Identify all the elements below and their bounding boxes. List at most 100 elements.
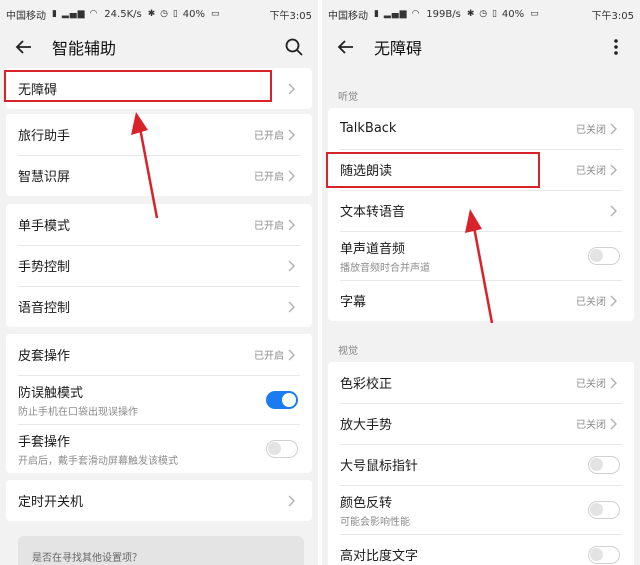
chevron-right-icon	[288, 218, 298, 232]
item-label: 皮套操作	[18, 349, 71, 364]
page-title: 智能辅助	[52, 39, 117, 58]
section-title-hearing: 听觉	[338, 92, 358, 103]
item-label: 单手模式	[18, 219, 71, 234]
right-screen: 中国移动 ▮ ▂▄▆ ◠ 199B/s ✱ ◷ ▯ 40% ▭ 下午3:05 无…	[322, 0, 640, 565]
more-vertical-icon[interactable]	[602, 33, 630, 61]
item-status: 已开启	[254, 351, 284, 362]
item-label: 防误触模式	[18, 385, 84, 401]
item-label: TalkBack	[340, 121, 397, 136]
high-contrast-toggle[interactable]	[588, 545, 620, 564]
highlight-box	[326, 152, 540, 188]
chevron-right-icon	[610, 294, 620, 308]
list-item-gesture-control[interactable]: 手势控制	[6, 245, 312, 286]
clock: 下午3:05	[591, 10, 634, 22]
arrow-left-icon[interactable]	[332, 33, 360, 61]
item-status: 已关闭	[576, 379, 606, 390]
page-title: 无障碍	[374, 39, 423, 58]
settings-group-cover: 皮套操作 已开启 防误触模式 防止手机在口袋出现误操作 手套操作 开启后，戴手套…	[6, 334, 312, 473]
chevron-right-icon	[288, 169, 298, 183]
settings-group-vision: 色彩校正 已关闭 放大手势 已关闭 大号鼠标指针 颜色反转 可能会影响性能 高对…	[328, 362, 634, 565]
hint-text: 是否在寻找其他设置项？	[32, 553, 142, 564]
clock: 下午3:05	[269, 10, 312, 22]
status-bar: 中国移动 ▮ ▂▄▆ ◠ 24.5K/s ✱ ◷ ▯ 40% ▭ 下午3:05	[0, 0, 318, 28]
item-description: 开启后，戴手套滑动屏幕触发该模式	[18, 455, 178, 467]
list-item-high-contrast-text[interactable]: 高对比度文字	[328, 534, 634, 565]
list-item-voice-control[interactable]: 语音控制	[6, 286, 312, 327]
pocket-mode-toggle[interactable]	[266, 390, 298, 409]
battery-percent: 40%	[182, 8, 206, 20]
item-status: 已关闭	[576, 297, 606, 308]
alarm-icon: ✱ ◷ ▯	[466, 9, 498, 19]
item-label: 单声道音频	[340, 241, 406, 257]
left-screen: 中国移动 ▮ ▂▄▆ ◠ 24.5K/s ✱ ◷ ▯ 40% ▭ 下午3:05 …	[0, 0, 318, 565]
item-description: 播放音频时合并声道	[340, 262, 430, 274]
item-status: 已关闭	[576, 420, 606, 431]
chevron-right-icon	[610, 163, 620, 177]
item-description: 可能会影响性能	[340, 516, 410, 528]
chevron-right-icon	[610, 417, 620, 431]
item-status: 已关闭	[576, 125, 606, 136]
item-label: 大号鼠标指针	[340, 459, 419, 474]
alarm-icon: ✱ ◷ ▯	[147, 9, 179, 19]
list-item-color-correction[interactable]: 色彩校正 已关闭	[328, 362, 634, 403]
settings-group-control: 单手模式 已开启 手势控制 语音控制	[6, 204, 312, 327]
chevron-right-icon	[288, 300, 298, 314]
network-speed: 199B/s	[426, 8, 461, 20]
color-inversion-toggle[interactable]	[588, 500, 620, 519]
list-item-color-inversion[interactable]: 颜色反转 可能会影响性能	[328, 485, 634, 534]
large-pointer-toggle[interactable]	[588, 455, 620, 474]
list-item-cover-mode[interactable]: 皮套操作 已开启	[6, 334, 312, 375]
list-item-pocket-mode[interactable]: 防误触模式 防止手机在口袋出现误操作	[6, 375, 312, 424]
item-status: 已关闭	[576, 166, 606, 177]
list-item-talkback[interactable]: TalkBack 已关闭	[328, 108, 634, 149]
glove-mode-toggle[interactable]	[266, 439, 298, 458]
chevron-right-icon	[610, 122, 620, 136]
battery-icon: ▭	[211, 9, 221, 19]
item-label: 旅行助手	[18, 129, 71, 144]
chevron-right-icon	[610, 204, 620, 218]
section-title-vision: 视觉	[338, 346, 358, 357]
settings-group-power: 定时开关机	[6, 480, 312, 521]
chevron-right-icon	[288, 494, 298, 508]
status-bar: 中国移动 ▮ ▂▄▆ ◠ 199B/s ✱ ◷ ▯ 40% ▭ 下午3:05	[322, 0, 640, 28]
signal-icon: ▮ ▂▄▆ ◠	[374, 9, 421, 19]
mono-audio-toggle[interactable]	[588, 246, 620, 265]
item-label: 颜色反转	[340, 495, 393, 511]
item-label: 语音控制	[18, 301, 71, 316]
carrier-label: 中国移动	[6, 10, 46, 22]
chevron-right-icon	[610, 376, 620, 390]
chevron-right-icon	[288, 259, 298, 273]
item-label: 手套操作	[18, 434, 71, 450]
item-status: 已开启	[254, 131, 284, 142]
item-label: 放大手势	[340, 418, 393, 433]
item-label: 定时开关机	[18, 495, 84, 510]
item-description: 防止手机在口袋出现误操作	[18, 406, 138, 418]
highlight-box	[4, 70, 272, 102]
list-item-large-pointer[interactable]: 大号鼠标指针	[328, 444, 634, 485]
item-label: 文本转语音	[340, 205, 406, 220]
chevron-right-icon	[288, 128, 298, 142]
search-icon[interactable]	[280, 33, 308, 61]
chevron-right-icon	[288, 82, 298, 96]
network-speed: 24.5K/s	[104, 8, 142, 20]
item-label: 智慧识屏	[18, 170, 71, 185]
list-item-glove-mode[interactable]: 手套操作 开启后，戴手套滑动屏幕触发该模式	[6, 424, 312, 473]
annotation-arrow	[131, 112, 159, 219]
chevron-right-icon	[288, 348, 298, 362]
item-status: 已开启	[254, 172, 284, 183]
search-hint-card[interactable]: 是否在寻找其他设置项？	[18, 536, 304, 565]
item-label: 字幕	[340, 295, 367, 310]
item-label: 手势控制	[18, 260, 71, 275]
annotation-arrow	[465, 209, 494, 324]
signal-icon: ▮ ▂▄▆ ◠	[52, 9, 99, 19]
item-status: 已开启	[254, 221, 284, 232]
list-item-magnification[interactable]: 放大手势 已关闭	[328, 403, 634, 444]
battery-percent: 40%	[501, 8, 525, 20]
item-label: 色彩校正	[340, 377, 393, 392]
app-header: 无障碍	[322, 28, 640, 66]
arrow-left-icon[interactable]	[10, 33, 38, 61]
carrier-label: 中国移动	[328, 10, 368, 22]
battery-icon: ▭	[530, 9, 540, 19]
list-item-scheduled-power[interactable]: 定时开关机	[6, 480, 312, 521]
app-header: 智能辅助	[0, 28, 318, 66]
